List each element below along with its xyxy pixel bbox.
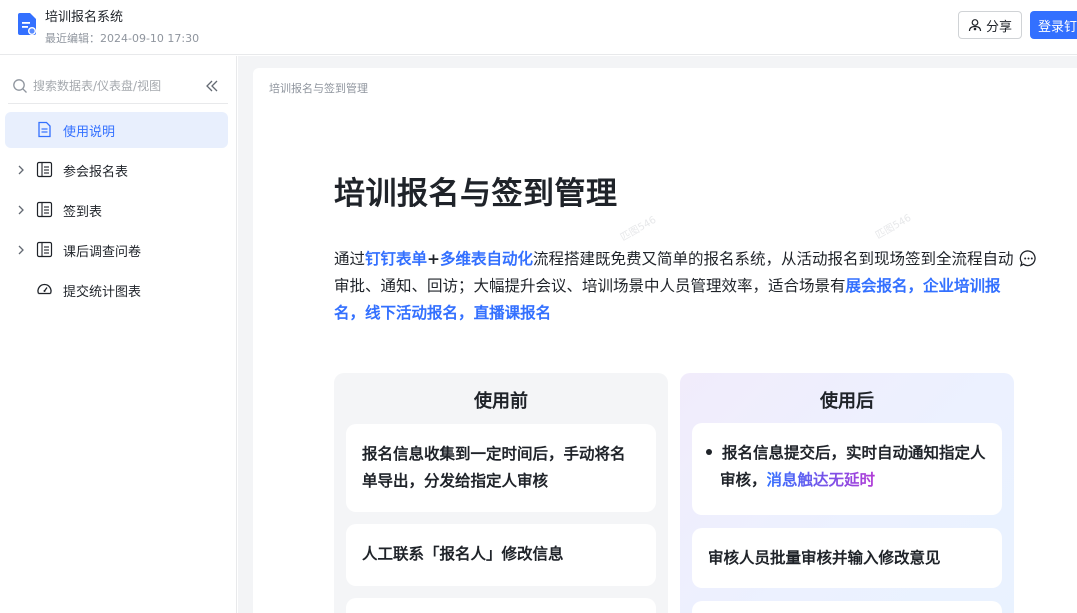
- comment-icon[interactable]: [1019, 249, 1038, 268]
- sidebar-item-usage-guide[interactable]: 使用说明: [5, 112, 228, 148]
- app-title: 培训报名系统: [45, 10, 124, 25]
- page-title: 培训报名与签到管理: [334, 176, 618, 212]
- last-edited-time: 最近编辑：2024-09-10 17:30: [45, 32, 200, 45]
- before-heading: 使用前: [474, 391, 528, 412]
- sidebar-item-registration-table[interactable]: 参会报名表: [5, 152, 228, 188]
- search-icon: [13, 79, 27, 93]
- intro-highlight: 线下活动报名: [365, 304, 459, 322]
- after-item: 报名信息提交后，实时自动通知指定人审核，消息触达无延时: [692, 423, 1002, 515]
- chevron-right-icon[interactable]: [15, 164, 27, 176]
- table-icon: [36, 161, 53, 178]
- top-bar: 培训报名系统 最近编辑：2024-09-10 17:30 分享 登录钉钉: [0, 0, 1077, 55]
- chevron-right-icon[interactable]: [15, 244, 27, 256]
- after-item: 审核人员批量审核并输入修改意见: [692, 528, 1002, 588]
- before-item: 人工联系「报名人」修改信息: [346, 524, 656, 586]
- share-label: 分享: [985, 19, 1012, 35]
- watermark: 匹图546: [618, 214, 659, 244]
- intro-text: ，: [907, 277, 924, 295]
- after-item-highlight: 消息触达无延时: [766, 471, 876, 489]
- intro-text: 通过: [334, 250, 366, 268]
- after-heading: 使用后: [820, 391, 874, 412]
- intro-highlight: 展会报名: [845, 277, 908, 295]
- login-button[interactable]: 登录钉钉: [1030, 11, 1077, 39]
- sidebar-item-label: 课后调查问卷: [63, 245, 142, 260]
- watermark: 匹图546: [873, 212, 914, 242]
- before-card: 使用前 报名信息收集到一定时间后，手动将名单导出，分发给指定人审核 人工联系「报…: [334, 373, 668, 613]
- table-icon: [36, 241, 53, 258]
- before-item: [346, 598, 656, 613]
- intro-text: ，: [458, 304, 474, 322]
- sidebar-item-label: 签到表: [63, 205, 103, 220]
- sidebar-search: [8, 64, 228, 104]
- before-item: 报名信息收集到一定时间后，手动将名单导出，分发给指定人审核: [346, 424, 656, 512]
- sidebar-item-stats-dashboard[interactable]: 提交统计图表: [5, 272, 228, 308]
- bullet-dot: [706, 448, 712, 455]
- sidebar-item-label: 参会报名表: [63, 165, 129, 180]
- intro-highlight: 多维表自动化: [440, 250, 534, 268]
- after-item: [692, 601, 1002, 613]
- app-logo-icon: [18, 13, 36, 35]
- intro-paragraph: 通过钉钉表单+多维表自动化流程搭建既免费又简单的报名系统，从活动报名到现场签到全…: [334, 246, 1024, 327]
- after-item-text: 审核人员批量审核并输入修改意见: [708, 549, 941, 567]
- sidebar-item-survey[interactable]: 课后调查问卷: [5, 232, 228, 268]
- intro-text: ，: [349, 304, 366, 322]
- chevron-right-icon[interactable]: [15, 204, 27, 216]
- collapse-sidebar-icon[interactable]: [204, 78, 220, 94]
- before-item-text: 人工联系「报名人」修改信息: [362, 545, 564, 563]
- dashboard-icon: [37, 283, 52, 295]
- share-button[interactable]: 分享: [958, 11, 1022, 39]
- sidebar-item-label: 使用说明: [63, 125, 116, 140]
- after-card: 使用后 报名信息提交后，实时自动通知指定人审核，消息触达无延时 审核人员批量审核…: [680, 373, 1014, 613]
- before-item-text: 报名信息收集到一定时间后，手动将名单导出，分发给指定人审核: [362, 445, 626, 490]
- doc-icon: [38, 121, 51, 138]
- sidebar-item-label: 提交统计图表: [63, 285, 142, 300]
- sidebar-item-checkin-table[interactable]: 签到表: [5, 192, 228, 228]
- sidebar: 使用说明 参会报名表 签到表: [0, 56, 237, 613]
- intro-highlight: 直播课报名: [473, 304, 552, 322]
- document-panel: 培训报名与签到管理 匹图546 匹图546 匹图546 匹图546 匹图546 …: [253, 68, 1077, 613]
- intro-highlight: 钉钉表单: [365, 250, 428, 268]
- share-user-icon: [968, 19, 982, 32]
- table-icon: [36, 201, 53, 218]
- search-input[interactable]: [33, 74, 193, 98]
- intro-text: +: [427, 250, 441, 268]
- breadcrumb[interactable]: 培训报名与签到管理: [269, 80, 368, 96]
